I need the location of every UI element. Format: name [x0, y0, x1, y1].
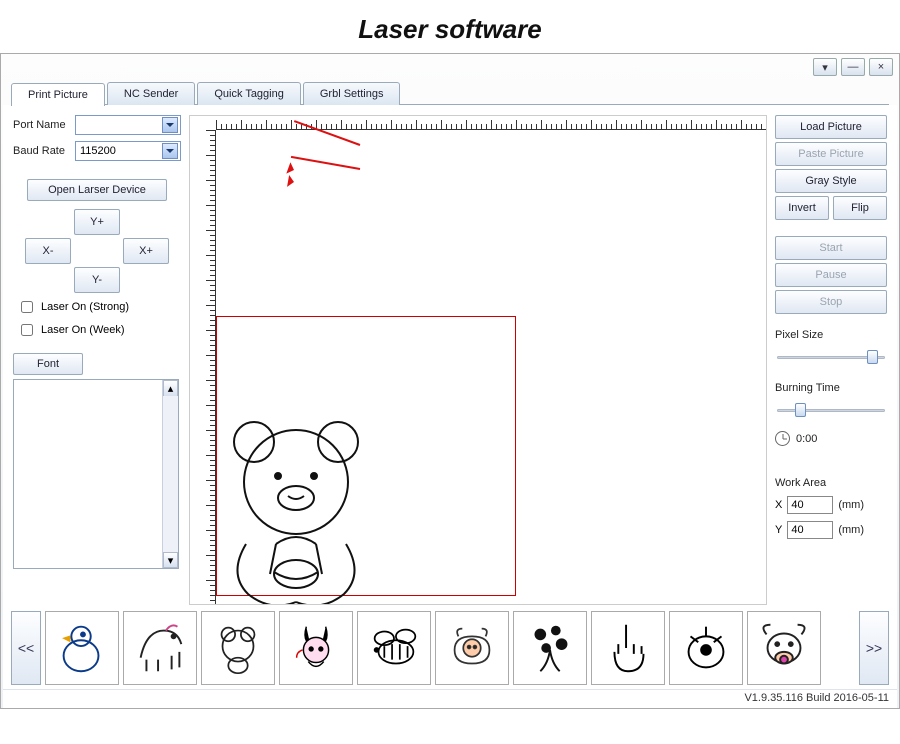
tab-grbl-settings[interactable]: Grbl Settings	[303, 82, 401, 105]
elapsed-time: 0:00	[796, 433, 817, 445]
thumb-pointing-hand[interactable]	[669, 611, 743, 685]
x-input[interactable]	[787, 496, 833, 514]
tab-quick-tagging[interactable]: Quick Tagging	[197, 82, 301, 105]
thumb-middle-finger[interactable]	[591, 611, 665, 685]
font-button[interactable]: Font	[13, 353, 83, 375]
thumbnail-strip: << >>	[3, 609, 897, 689]
thumb-duck[interactable]	[45, 611, 119, 685]
clock-icon	[775, 431, 790, 446]
work-area-x-row: X (mm)	[775, 496, 887, 514]
laser-week-checkbox[interactable]: Laser On (Week)	[17, 321, 181, 339]
laser-strong-checkbox[interactable]: Laser On (Strong)	[17, 298, 181, 316]
laser-week-label: Laser On (Week)	[41, 324, 125, 336]
port-combo[interactable]	[75, 115, 181, 135]
tab-nc-sender[interactable]: NC Sender	[107, 82, 195, 105]
baud-value: 115200	[80, 145, 116, 157]
thumb-rabbit-girl[interactable]	[279, 611, 353, 685]
bear-image	[216, 404, 376, 604]
jog-y-plus-button[interactable]: Y+	[74, 209, 120, 235]
page-heading: Laser software	[0, 0, 900, 53]
app-window: ▾ — × Print Picture NC Sender Quick Tagg…	[0, 53, 900, 709]
pause-button[interactable]: Pause	[775, 263, 887, 287]
x-unit: (mm)	[838, 499, 864, 511]
load-picture-button[interactable]: Load Picture	[775, 115, 887, 139]
pixel-size-label: Pixel Size	[775, 329, 887, 341]
time-row: 0:00	[775, 431, 887, 446]
thumb-bee[interactable]	[357, 611, 431, 685]
titlebar: ▾ — ×	[1, 54, 899, 80]
content-area: Port Name Baud Rate 115200 Open Larser D…	[3, 105, 897, 609]
open-device-button[interactable]: Open Larser Device	[27, 179, 167, 201]
text-input-area[interactable]: ▴ ▾	[13, 379, 179, 569]
burning-time-thumb[interactable]	[795, 403, 806, 417]
port-label: Port Name	[13, 119, 75, 131]
baud-row: Baud Rate 115200	[13, 141, 181, 161]
start-button[interactable]: Start	[775, 236, 887, 260]
close-button[interactable]: ×	[869, 58, 893, 76]
scroll-up-button[interactable]: ▴	[163, 380, 178, 396]
scroll-down-button[interactable]: ▾	[163, 552, 178, 568]
ruler-vertical	[202, 130, 216, 604]
laser-strong-label: Laser On (Strong)	[41, 301, 129, 313]
y-unit: (mm)	[838, 524, 864, 536]
right-panel: Load Picture Paste Picture Gray Style In…	[775, 115, 887, 605]
invert-button[interactable]: Invert	[775, 196, 829, 220]
x-label: X	[775, 499, 782, 511]
y-input[interactable]	[787, 521, 833, 539]
baud-combo[interactable]: 115200	[75, 141, 181, 161]
burning-time-label: Burning Time	[775, 382, 887, 394]
pixel-size-thumb[interactable]	[867, 350, 878, 364]
work-area-label: Work Area	[775, 477, 887, 489]
chevron-down-icon[interactable]	[162, 117, 178, 133]
thumb-pony[interactable]	[123, 611, 197, 685]
status-bar: V1.9.35.116 Build 2016-05-11	[3, 689, 897, 708]
work-area-y-row: Y (mm)	[775, 521, 887, 539]
y-label: Y	[775, 524, 782, 536]
jog-pad: Y+ X- X+ Y-	[13, 209, 181, 293]
thumbs-next-button[interactable]: >>	[859, 611, 889, 685]
stop-button[interactable]: Stop	[775, 290, 887, 314]
laser-strong-input[interactable]	[21, 301, 33, 313]
titlebar-dropdown-button[interactable]: ▾	[813, 58, 837, 76]
baud-label: Baud Rate	[13, 145, 75, 157]
laser-week-input[interactable]	[21, 324, 33, 336]
thumb-bull[interactable]	[747, 611, 821, 685]
port-row: Port Name	[13, 115, 181, 135]
jog-x-plus-button[interactable]: X+	[123, 238, 169, 264]
burning-time-slider[interactable]	[775, 400, 887, 420]
chevron-down-icon[interactable]	[162, 143, 178, 159]
version-text: V1.9.35.116 Build 2016-05-11	[744, 692, 889, 704]
canvas[interactable]	[189, 115, 767, 605]
thumbs-prev-button[interactable]: <<	[11, 611, 41, 685]
scrollbar[interactable]: ▴ ▾	[162, 380, 178, 568]
tab-print-picture[interactable]: Print Picture	[11, 83, 105, 106]
pixel-size-slider[interactable]	[775, 347, 887, 367]
left-panel: Port Name Baud Rate 115200 Open Larser D…	[13, 115, 181, 605]
flip-button[interactable]: Flip	[833, 196, 887, 220]
jog-y-minus-button[interactable]: Y-	[74, 267, 120, 293]
gray-style-button[interactable]: Gray Style	[775, 169, 887, 193]
tabs: Print Picture NC Sender Quick Tagging Gr…	[11, 82, 899, 105]
minimize-button[interactable]: —	[841, 58, 865, 76]
thumb-flowers[interactable]	[513, 611, 587, 685]
thumb-sheep[interactable]	[435, 611, 509, 685]
paste-picture-button[interactable]: Paste Picture	[775, 142, 887, 166]
jog-x-minus-button[interactable]: X-	[25, 238, 71, 264]
thumb-bear-small[interactable]	[201, 611, 275, 685]
